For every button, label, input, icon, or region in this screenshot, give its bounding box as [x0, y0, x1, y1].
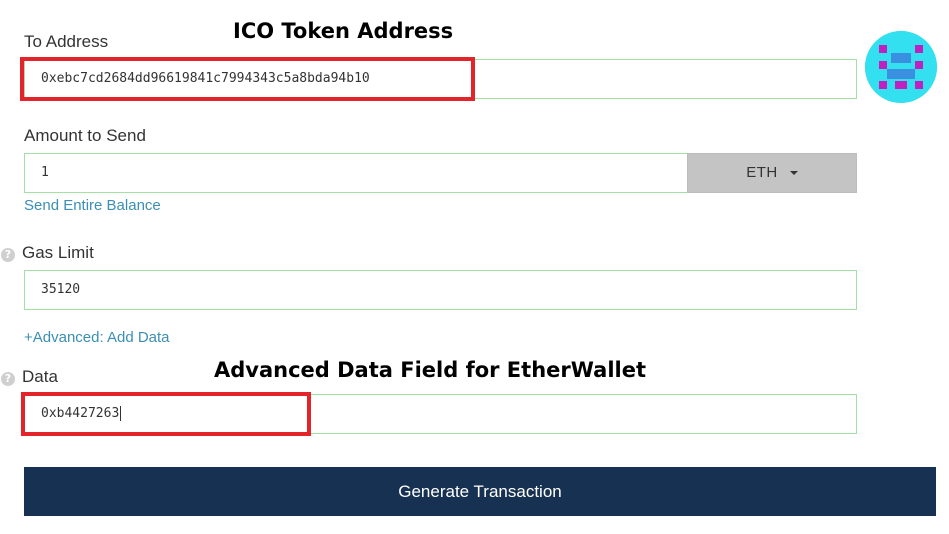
annotation-token-address: ICO Token Address: [233, 19, 454, 43]
gas-limit-input[interactable]: 35120: [24, 270, 857, 310]
question-circle-icon[interactable]: ?: [1, 248, 15, 262]
token-dropdown-label: ETH: [746, 164, 778, 181]
to-address-label: To Address: [24, 32, 109, 51]
data-field-highlight: [21, 392, 311, 436]
identicon-avatar: [865, 31, 937, 103]
question-circle-icon[interactable]: ?: [1, 372, 15, 386]
amount-input[interactable]: 1: [24, 153, 688, 193]
advanced-add-data-link[interactable]: +Advanced: Add Data: [24, 329, 170, 346]
amount-label: Amount to Send: [24, 126, 146, 145]
gas-limit-label: Gas Limit: [22, 243, 94, 262]
annotation-data-field: Advanced Data Field for EtherWallet: [214, 358, 647, 382]
token-dropdown[interactable]: ETH: [687, 153, 857, 193]
data-label: Data: [22, 367, 58, 386]
generate-transaction-button[interactable]: Generate Transaction: [24, 467, 936, 516]
caret-down-icon: [789, 171, 798, 176]
identicon-icon: [865, 31, 937, 103]
send-entire-balance-link[interactable]: Send Entire Balance: [24, 197, 161, 214]
to-address-highlight: [20, 57, 475, 101]
